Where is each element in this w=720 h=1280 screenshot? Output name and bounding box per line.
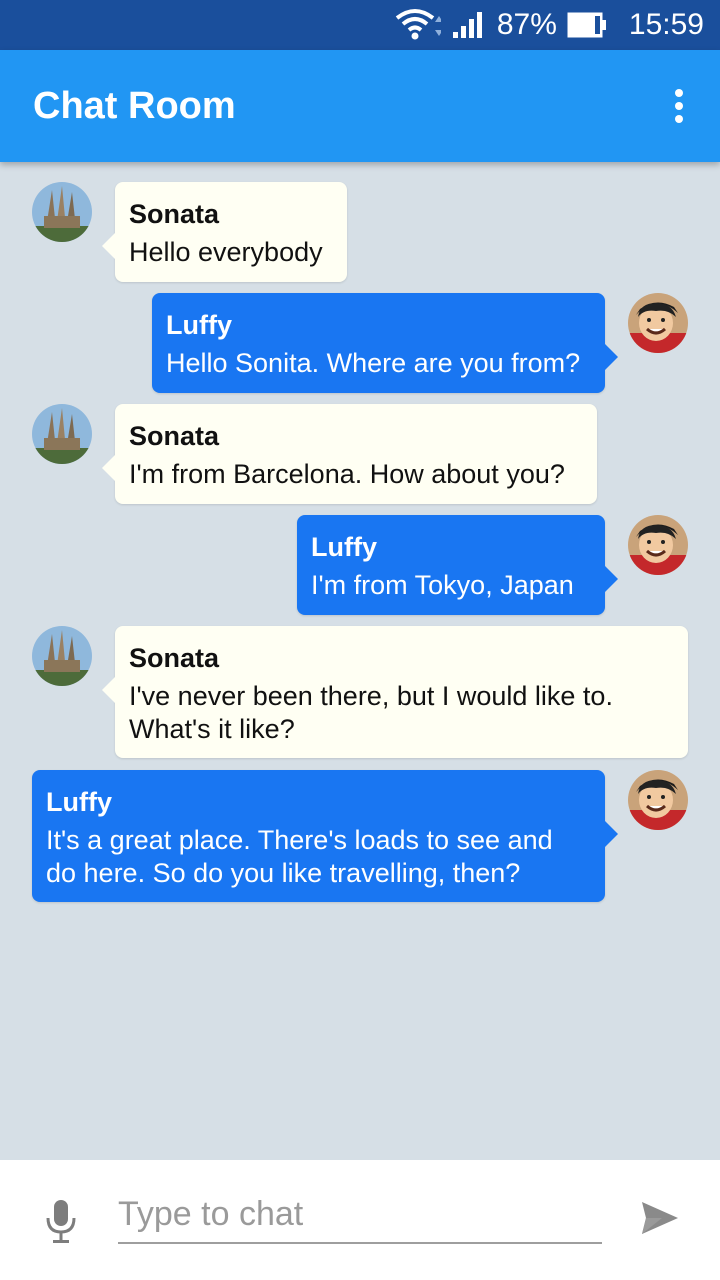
page-title: Chat Room <box>33 84 236 127</box>
message-text: I'm from Tokyo, Japan <box>311 570 574 600</box>
luffy-avatar[interactable] <box>628 293 688 353</box>
sonata-avatar[interactable] <box>32 626 92 686</box>
chat-input[interactable] <box>118 1186 602 1244</box>
mic-icon[interactable] <box>44 1198 78 1246</box>
message-text: It's a great place. There's loads to see… <box>46 825 553 888</box>
signal-icon <box>451 10 487 40</box>
battery-percent: 87% <box>496 8 557 41</box>
luffy-avatar[interactable] <box>628 770 688 830</box>
sonata-avatar[interactable] <box>32 404 92 464</box>
message-sender: Luffy <box>46 787 112 817</box>
send-icon[interactable] <box>640 1198 680 1238</box>
message-bubble[interactable]: Sonata Hello everybody <box>102 182 347 282</box>
more-vert-icon[interactable] <box>664 81 694 131</box>
message-bubble[interactable]: Luffy I'm from Tokyo, Japan <box>297 515 618 615</box>
message-sender: Sonata <box>129 199 220 229</box>
message-text: Hello Sonita. Where are you from? <box>166 348 581 378</box>
chat-messages[interactable]: Sonata Hello everybody Luffy Hello Sonit… <box>0 162 720 1160</box>
wifi-icon <box>395 8 441 42</box>
message-bubble[interactable]: Luffy Hello Sonita. Where are you from? <box>152 293 618 393</box>
message-text: Hello everybody <box>129 237 323 267</box>
message-sender: Luffy <box>311 532 377 562</box>
sonata-avatar[interactable] <box>32 182 92 242</box>
status-bar: 87% 15:59 <box>0 0 720 50</box>
message-text: I'm from Barcelona. How about you? <box>129 459 565 489</box>
luffy-avatar[interactable] <box>628 515 688 575</box>
clock: 15:59 <box>628 8 704 41</box>
message-sender: Luffy <box>166 310 232 340</box>
message-sender: Sonata <box>129 643 220 673</box>
message-text: I've never been there, but I would like … <box>129 681 613 744</box>
message-sender: Sonata <box>129 421 220 451</box>
message-bubble[interactable]: Luffy It's a great place. There's loads … <box>32 770 618 902</box>
battery-icon <box>567 12 607 38</box>
message-bubble[interactable]: Sonata I'm from Barcelona. How about you… <box>102 404 597 504</box>
message-bubble[interactable]: Sonata I've never been there, but I woul… <box>102 626 688 758</box>
app-bar: Chat Room <box>0 50 720 162</box>
